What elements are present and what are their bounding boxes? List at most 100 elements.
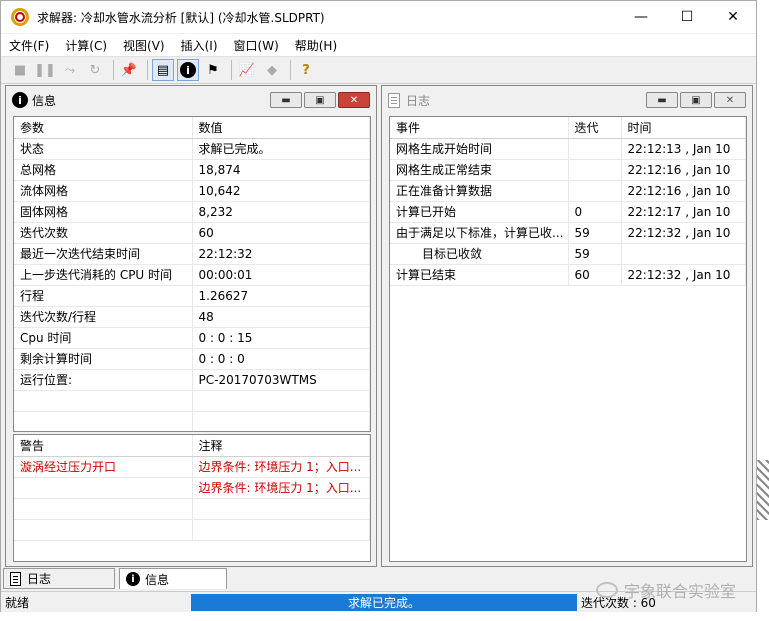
maximize-button[interactable]: ☐ [664,1,710,33]
column-header-parameter[interactable]: 参数 [14,117,193,139]
column-header-value[interactable]: 数值 [192,117,370,139]
log-row[interactable]: 网格生成正常结束 22:12:16 , Jan 10 [390,159,746,181]
warning-text: 漩涡经过压力开口 [14,456,193,478]
table-row[interactable]: 流体网格 10,642 [14,180,370,202]
warning-text [14,477,193,499]
info-panel-header[interactable]: i 信息 ▬ ▣ ✕ [6,86,376,114]
table-row[interactable]: 行程 1.26627 [14,285,370,307]
table-row[interactable]: 固体网格 8,232 [14,201,370,223]
param-name: 迭代次数 [14,222,193,244]
column-header-event[interactable]: 事件 [390,117,569,139]
stop-icon[interactable]: ■ [9,59,31,81]
log-event: 网格生成开始时间 [390,138,569,160]
table-row[interactable]: 状态 求解已完成。 [14,138,370,160]
param-value: 求解已完成。 [192,138,370,160]
table-row[interactable]: 运行位置: PC-20170703WTMS [14,369,370,391]
log-panel-header[interactable]: 日志 ▬ ▣ ✕ [382,86,752,114]
param-value: 0 : 0 : 15 [192,327,370,349]
table-row[interactable]: 上一步迭代消耗的 CPU 时间 00:00:01 [14,264,370,286]
menu-calculate[interactable]: 计算(C) [57,37,115,54]
table-header-row: 参数 数值 [14,117,370,139]
close-button[interactable]: ✕ [710,1,756,33]
menu-insert[interactable]: 插入(I) [173,37,226,54]
log-iteration [568,138,622,160]
status-ready: 就绪 [5,595,30,610]
log-iteration [568,159,622,181]
param-name: 迭代次数/行程 [14,306,193,328]
tab-log[interactable]: 日志 [3,568,115,589]
log-row[interactable]: 由于满足以下标准，计算已收... 59 22:12:32 , Jan 10 [390,222,746,244]
param-value: 10,642 [192,180,370,202]
panel-restore-button[interactable]: ▣ [680,92,712,108]
log-row[interactable]: 目标已收敛 59 [390,243,746,265]
toolbar-separator [113,60,114,80]
info-icon[interactable]: i [177,59,199,81]
log-iteration: 0 [568,201,622,223]
info-panel-controls: ▬ ▣ ✕ [270,92,370,108]
tab-log-label: 日志 [27,572,52,586]
log-panel-controls: ▬ ▣ ✕ [646,92,746,108]
table-row[interactable]: 最近一次迭代结束时间 22:12:32 [14,243,370,265]
log-event: 网格生成正常结束 [390,159,569,181]
progress-bar: 求解已完成。 [191,593,577,611]
warning-row[interactable]: 漩涡经过压力开口 边界条件: 环境压力 1；入口... [14,456,370,478]
log-row[interactable]: 计算已结束 60 22:12:32 , Jan 10 [390,264,746,286]
title-bar[interactable]: 求解器: 冷却水管水流分析 [默认] (冷却水管.SLDPRT) — ☐ ✕ [1,1,756,33]
solver-app-icon [11,8,29,26]
log-row[interactable]: 正在准备计算数据 22:12:16 , Jan 10 [390,180,746,202]
pause-icon[interactable]: ❚❚ [34,59,56,81]
panel-restore-button[interactable]: ▣ [304,92,336,108]
column-header-warning[interactable]: 警告 [14,435,193,457]
log-icon[interactable]: ▤ [152,59,174,81]
warning-row[interactable]: 边界条件: 环境压力 1；入口... [14,477,370,499]
table-row[interactable]: 迭代次数/行程 48 [14,306,370,328]
tab-info[interactable]: i 信息 [119,568,227,589]
table-row[interactable]: 迭代次数 60 [14,222,370,244]
table-row[interactable]: 剩余计算时间 0 : 0 : 0 [14,348,370,370]
menu-help[interactable]: 帮助(H) [287,37,345,54]
info-panel: i 信息 ▬ ▣ ✕ 参数 数值 状态 求解已完成。 总网格 18,874 流体网格… [5,85,377,567]
log-row[interactable]: 计算已开始 0 22:12:17 , Jan 10 [390,201,746,223]
log-time: 22:12:32 , Jan 10 [621,222,746,244]
panel-minimize-button[interactable]: ▬ [646,92,678,108]
step-icon[interactable]: ⤳ [59,59,81,81]
param-name: 状态 [14,138,193,160]
log-iteration: 60 [568,264,622,286]
column-header-comment[interactable]: 注释 [192,435,370,457]
log-event: 计算已结束 [390,264,569,286]
minimize-button[interactable]: — [618,1,664,33]
preview-icon[interactable]: ◆ [261,59,283,81]
log-row[interactable]: 网格生成开始时间 22:12:13 , Jan 10 [390,138,746,160]
pin-icon[interactable]: 📌 [118,59,140,81]
table-row[interactable]: 总网格 18,874 [14,159,370,181]
refresh-icon[interactable]: ↻ [84,59,106,81]
info-panel-title: 信息 [32,93,57,108]
param-value: 60 [192,222,370,244]
log-time [621,243,746,265]
column-header-time[interactable]: 时间 [621,117,746,139]
menu-view[interactable]: 视图(V) [115,37,173,54]
plot-icon[interactable]: 📈 [236,59,258,81]
log-event: 目标已收敛 [390,243,569,265]
tab-info-label: 信息 [145,572,170,587]
panel-minimize-button[interactable]: ▬ [270,92,302,108]
panel-tabs: 日志 i 信息 [3,568,383,589]
log-panel: 日志 ▬ ▣ ✕ 事件 迭代 时间 网格生成开始时间 22:12:13 , Jan… [381,85,753,567]
help-icon[interactable]: ? [295,59,317,81]
warning-comment: 边界条件: 环境压力 1；入口... [192,456,370,478]
info-parameters-table: 参数 数值 状态 求解已完成。 总网格 18,874 流体网格 10,642 固体网格… [13,116,371,432]
menu-file[interactable]: 文件(F) [1,37,57,54]
progress-text: 求解已完成。 [347,595,420,610]
watermark: 宇象联合实验室 [596,578,736,602]
panel-close-button[interactable]: ✕ [338,92,370,108]
param-name: 固体网格 [14,201,193,223]
log-time: 22:12:13 , Jan 10 [621,138,746,160]
toolbar-separator [290,60,291,80]
table-row[interactable]: Cpu 时间 0 : 0 : 15 [14,327,370,349]
wechat-icon [596,582,618,598]
column-header-iteration[interactable]: 迭代 [568,117,622,139]
param-value: 1.26627 [192,285,370,307]
menu-window[interactable]: 窗口(W) [226,37,287,54]
panel-close-button[interactable]: ✕ [714,92,746,108]
goal-flag-icon[interactable]: ⚑ [202,59,224,81]
